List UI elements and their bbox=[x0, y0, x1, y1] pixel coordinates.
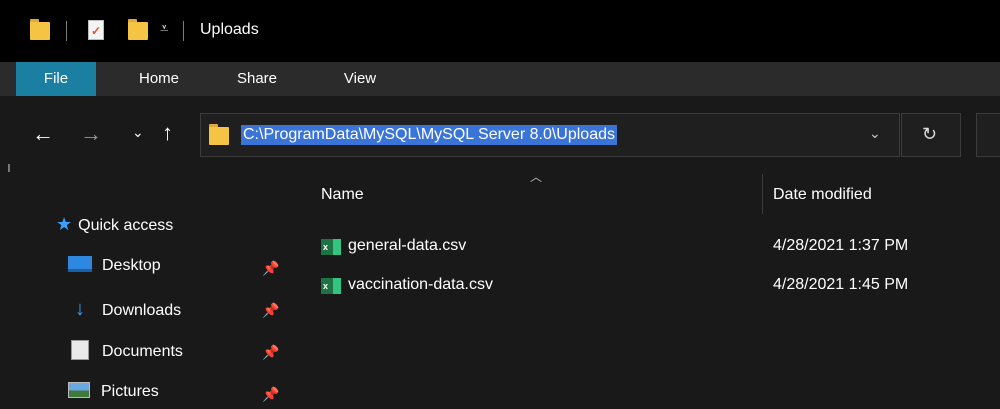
refresh-button[interactable]: ↻ bbox=[901, 113, 961, 157]
tab-file[interactable]: File bbox=[16, 62, 96, 96]
search-input[interactable] bbox=[976, 113, 1000, 157]
file-row-general-data[interactable]: x general-data.csv 4/28/2021 1:37 PM bbox=[321, 236, 981, 260]
download-icon: ↓ bbox=[75, 298, 85, 320]
column-header-name[interactable]: Name bbox=[321, 186, 364, 204]
column-divider[interactable] bbox=[762, 174, 763, 214]
desktop-icon bbox=[68, 256, 92, 272]
sidebar-item-quick-access[interactable]: ★ Quick access bbox=[56, 214, 173, 235]
sidebar-item-desktop[interactable]: Desktop bbox=[68, 256, 161, 275]
address-bar[interactable]: C:\ProgramData\MySQL\MySQL Server 8.0\Up… bbox=[200, 113, 900, 157]
forward-arrow-icon[interactable]: → bbox=[80, 123, 102, 145]
star-icon: ★ bbox=[56, 214, 73, 234]
back-arrow-icon[interactable]: ← bbox=[32, 123, 54, 145]
folder-icon bbox=[209, 124, 229, 145]
window-title: Uploads bbox=[200, 21, 259, 38]
properties-icon[interactable]: ✓ bbox=[88, 20, 104, 40]
excel-csv-icon: x bbox=[321, 239, 341, 255]
address-dropdown-chevron-icon[interactable]: ⌄ bbox=[869, 125, 881, 142]
refresh-icon: ↻ bbox=[922, 124, 938, 144]
tab-view[interactable]: View bbox=[330, 62, 390, 96]
new-folder-icon[interactable] bbox=[128, 19, 148, 40]
folder-icon bbox=[30, 19, 50, 40]
pin-icon[interactable]: 📌 bbox=[262, 344, 279, 361]
file-date-modified: 4/28/2021 1:37 PM bbox=[773, 237, 909, 254]
pin-icon[interactable]: 📌 bbox=[262, 260, 279, 277]
ribbon-tabs: File Home Share View bbox=[0, 62, 1000, 96]
up-arrow-icon[interactable]: ↑ bbox=[162, 122, 173, 144]
address-row: ← → ⌄ ↑ C:\ProgramData\MySQL\MySQL Serve… bbox=[0, 96, 1000, 174]
file-date-modified: 4/28/2021 1:45 PM bbox=[773, 276, 909, 293]
file-name: general-data.csv bbox=[348, 237, 467, 254]
file-name: vaccination-data.csv bbox=[348, 276, 493, 293]
divider bbox=[66, 21, 67, 41]
sidebar-item-downloads[interactable]: ↓ Downloads bbox=[68, 298, 181, 321]
column-header-date-modified[interactable]: Date modified bbox=[773, 186, 872, 204]
title-bar: ✓ ⩡ Uploads bbox=[0, 0, 1000, 62]
qat-dropdown-icon[interactable]: ⩡ bbox=[160, 20, 168, 37]
sidebar-item-documents[interactable]: Documents bbox=[68, 340, 183, 361]
divider bbox=[183, 21, 184, 41]
file-row-vaccination-data[interactable]: x vaccination-data.csv 4/28/2021 1:45 PM bbox=[321, 275, 981, 299]
pictures-icon bbox=[68, 382, 90, 398]
sidebar-item-pictures[interactable]: Pictures bbox=[68, 382, 159, 401]
pin-icon[interactable]: 📌 bbox=[262, 302, 279, 319]
pane-resize-indicator bbox=[8, 164, 14, 172]
tab-share[interactable]: Share bbox=[222, 62, 292, 96]
documents-icon bbox=[71, 340, 89, 360]
excel-csv-icon: x bbox=[321, 278, 341, 294]
pin-icon[interactable]: 📌 bbox=[262, 386, 279, 403]
recent-locations-chevron-icon[interactable]: ⌄ bbox=[132, 125, 144, 139]
tab-home[interactable]: Home bbox=[124, 62, 194, 96]
sort-up-chevron-icon: ︿ bbox=[530, 170, 543, 184]
address-path[interactable]: C:\ProgramData\MySQL\MySQL Server 8.0\Up… bbox=[241, 125, 617, 145]
